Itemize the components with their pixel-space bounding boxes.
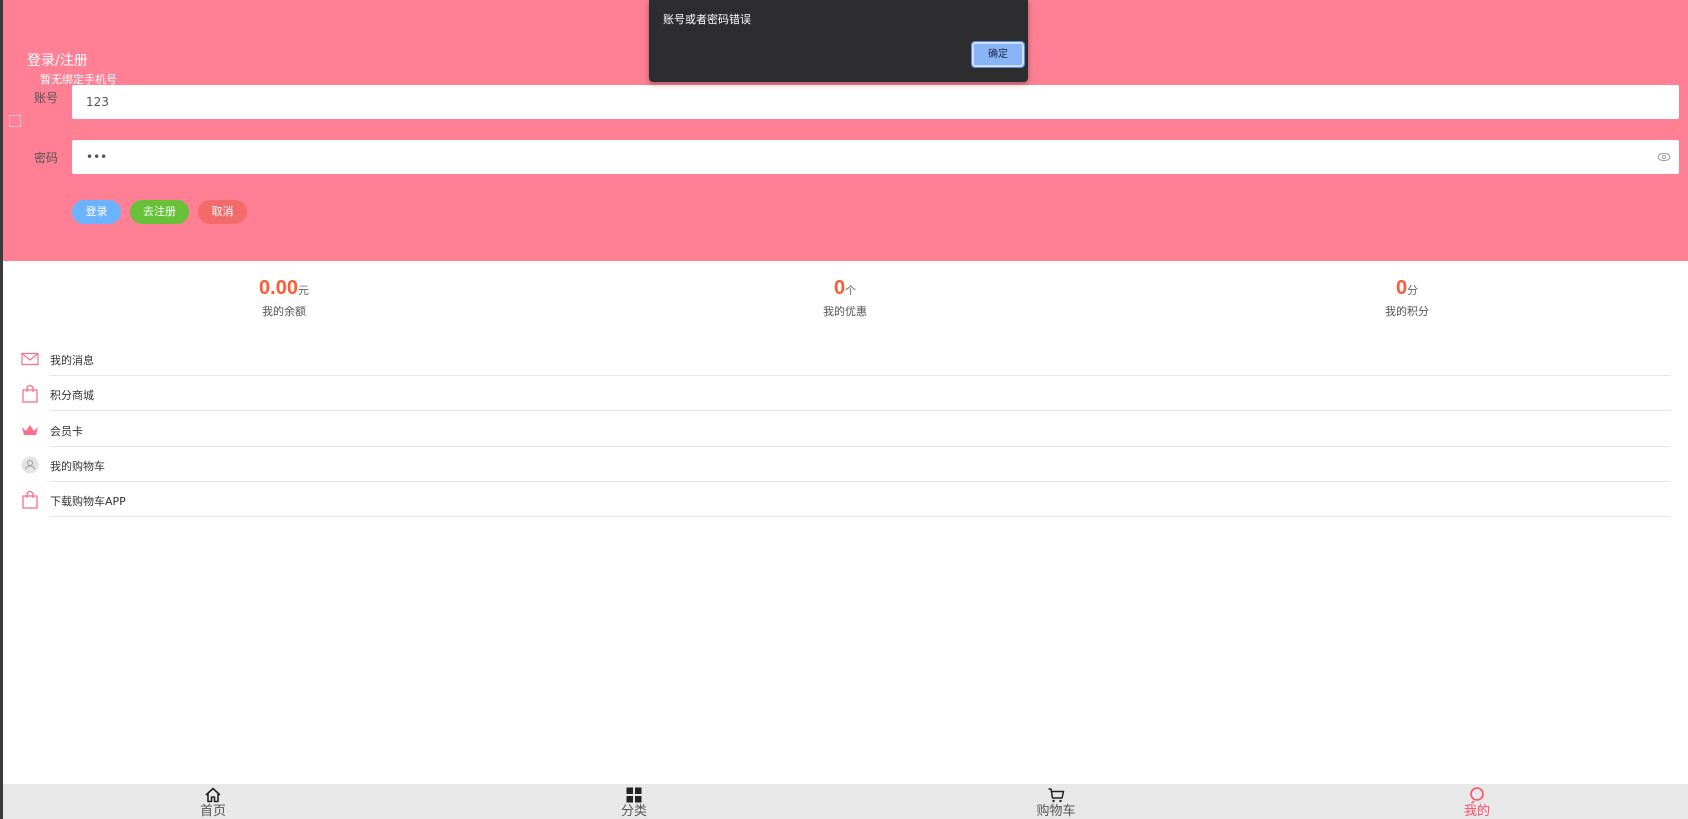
menu-item-my-cart[interactable]: 我的购物车 <box>20 447 1670 482</box>
nav-label: 分类 <box>620 804 647 819</box>
login-button[interactable]: 登录 <box>72 200 121 224</box>
coupon-stat[interactable]: 0个 我的优惠 <box>745 277 945 319</box>
balance-unit: 元 <box>297 284 309 297</box>
profile-icon <box>1470 787 1484 804</box>
menu-item-messages[interactable]: 我的消息 <box>20 341 1670 376</box>
password-input-value: ••• <box>86 150 108 164</box>
nav-item-category[interactable]: 分类 <box>584 784 684 819</box>
points-label: 我的积分 <box>1385 305 1429 318</box>
password-input[interactable]: ••• <box>72 140 1679 174</box>
menu-item-label: 会员卡 <box>50 425 83 438</box>
balance-value: 0.00 <box>259 277 298 299</box>
divider <box>50 516 1670 517</box>
bottom-nav: 首页 分类 购物车 我的 <box>3 784 1688 819</box>
menu-item-member-card[interactable]: 会员卡 <box>20 412 1670 447</box>
confirm-button[interactable]: 确定 <box>971 41 1025 68</box>
account-label: 账号 <box>34 91 59 105</box>
shopping-bag-icon <box>22 384 38 403</box>
nav-item-home[interactable]: 首页 <box>163 784 263 819</box>
menu-item-download-app[interactable]: 下载购物车APP <box>20 482 1670 517</box>
nav-label: 购物车 <box>1036 804 1076 819</box>
cart-icon <box>1048 788 1065 803</box>
page-title: 登录/注册 <box>27 53 88 69</box>
user-circle-icon <box>21 456 39 474</box>
coupon-value: 0 <box>833 277 846 299</box>
coupon-unit: 个 <box>845 284 857 297</box>
mail-icon <box>21 352 39 366</box>
menu-item-label: 我的购物车 <box>50 460 105 473</box>
nav-item-cart[interactable]: 购物车 <box>1006 784 1106 819</box>
home-icon <box>205 787 221 803</box>
cancel-button[interactable]: 取消 <box>198 200 247 224</box>
points-unit: 分 <box>1407 284 1419 297</box>
alert-message: 账号或者密码错误 <box>663 13 751 26</box>
divider <box>50 410 1670 411</box>
password-label: 密码 <box>34 151 59 165</box>
coupon-label: 我的优惠 <box>823 305 867 318</box>
shopping-bag-icon <box>22 490 38 509</box>
points-stat[interactable]: 0分 我的积分 <box>1307 277 1507 319</box>
nav-label: 首页 <box>199 804 226 819</box>
account-input-value: 123 <box>86 95 109 109</box>
avatar-placeholder <box>9 115 21 127</box>
menu-item-label: 积分商城 <box>50 389 94 402</box>
nav-item-mine[interactable]: 我的 <box>1427 784 1527 819</box>
nav-label: 我的 <box>1463 804 1490 819</box>
register-button[interactable]: 去注册 <box>130 200 189 224</box>
balance-stat[interactable]: 0.00元 我的余额 <box>184 277 384 319</box>
crown-icon <box>22 425 38 435</box>
menu-item-label: 我的消息 <box>50 354 94 367</box>
grid-icon <box>626 787 642 803</box>
account-input[interactable]: 123 <box>72 85 1679 119</box>
menu-item-label: 下载购物车APP <box>50 495 126 508</box>
menu-item-points-mall[interactable]: 积分商城 <box>20 376 1670 411</box>
alert-dialog: 账号或者密码错误 确定 <box>649 0 1028 82</box>
balance-label: 我的余额 <box>262 305 306 318</box>
eye-icon[interactable] <box>1657 151 1671 163</box>
points-value: 0 <box>1395 277 1408 299</box>
